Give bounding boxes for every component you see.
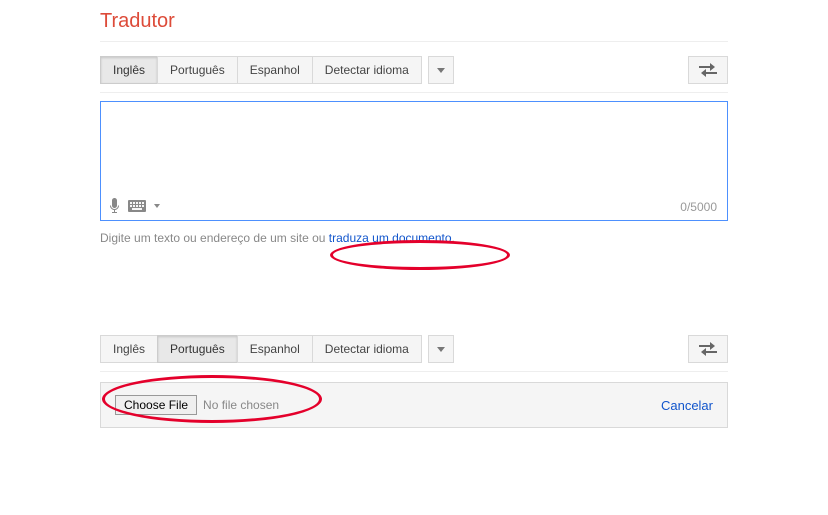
lang-tab-espanhol[interactable]: Espanhol (237, 56, 312, 84)
lang-tab-ingles[interactable]: Inglês (100, 56, 157, 84)
microphone-icon[interactable] (109, 198, 120, 214)
swap-languages-button-2[interactable] (688, 335, 728, 363)
cancel-link[interactable]: Cancelar (661, 398, 713, 413)
chevron-down-icon (437, 347, 445, 352)
swap-icon (699, 63, 717, 77)
help-text: Digite um texto ou endereço de um site o… (100, 231, 728, 245)
swap-icon (699, 342, 717, 356)
lang-tab-detect-2[interactable]: Detectar idioma (312, 335, 422, 363)
lang-dropdown-2[interactable] (428, 335, 454, 363)
swap-languages-button[interactable] (688, 56, 728, 84)
char-counter: 0/5000 (680, 200, 717, 214)
lang-dropdown[interactable] (428, 56, 454, 84)
help-suffix: . (452, 231, 455, 245)
keyboard-dropdown-icon[interactable] (154, 204, 160, 208)
lang-tab-espanhol-2[interactable]: Espanhol (237, 335, 312, 363)
no-file-label: No file chosen (203, 398, 279, 412)
lang-tab-portugues-2[interactable]: Português (157, 335, 237, 363)
language-tabs: Inglês Português Espanhol Detectar idiom… (100, 56, 728, 93)
source-textarea[interactable]: 0/5000 (100, 101, 728, 221)
language-tabs-2: Inglês Português Espanhol Detectar idiom… (100, 335, 728, 372)
page-title: Tradutor (100, 10, 828, 33)
chevron-down-icon (437, 68, 445, 73)
lang-tab-portugues[interactable]: Português (157, 56, 237, 84)
input-tools (109, 198, 160, 214)
keyboard-icon[interactable] (128, 200, 146, 212)
lang-tab-ingles-2[interactable]: Inglês (100, 335, 157, 363)
file-upload-row: Choose File No file chosen Cancelar (100, 382, 728, 428)
help-prefix: Digite um texto ou endereço de um site o… (100, 231, 329, 245)
lang-tab-detect[interactable]: Detectar idioma (312, 56, 422, 84)
translate-document-link[interactable]: traduza um documento (329, 231, 452, 245)
divider (100, 41, 728, 42)
file-upload-panel: Inglês Português Espanhol Detectar idiom… (100, 335, 728, 428)
source-panel: Inglês Português Espanhol Detectar idiom… (100, 56, 728, 245)
choose-file-button[interactable]: Choose File (115, 395, 197, 415)
